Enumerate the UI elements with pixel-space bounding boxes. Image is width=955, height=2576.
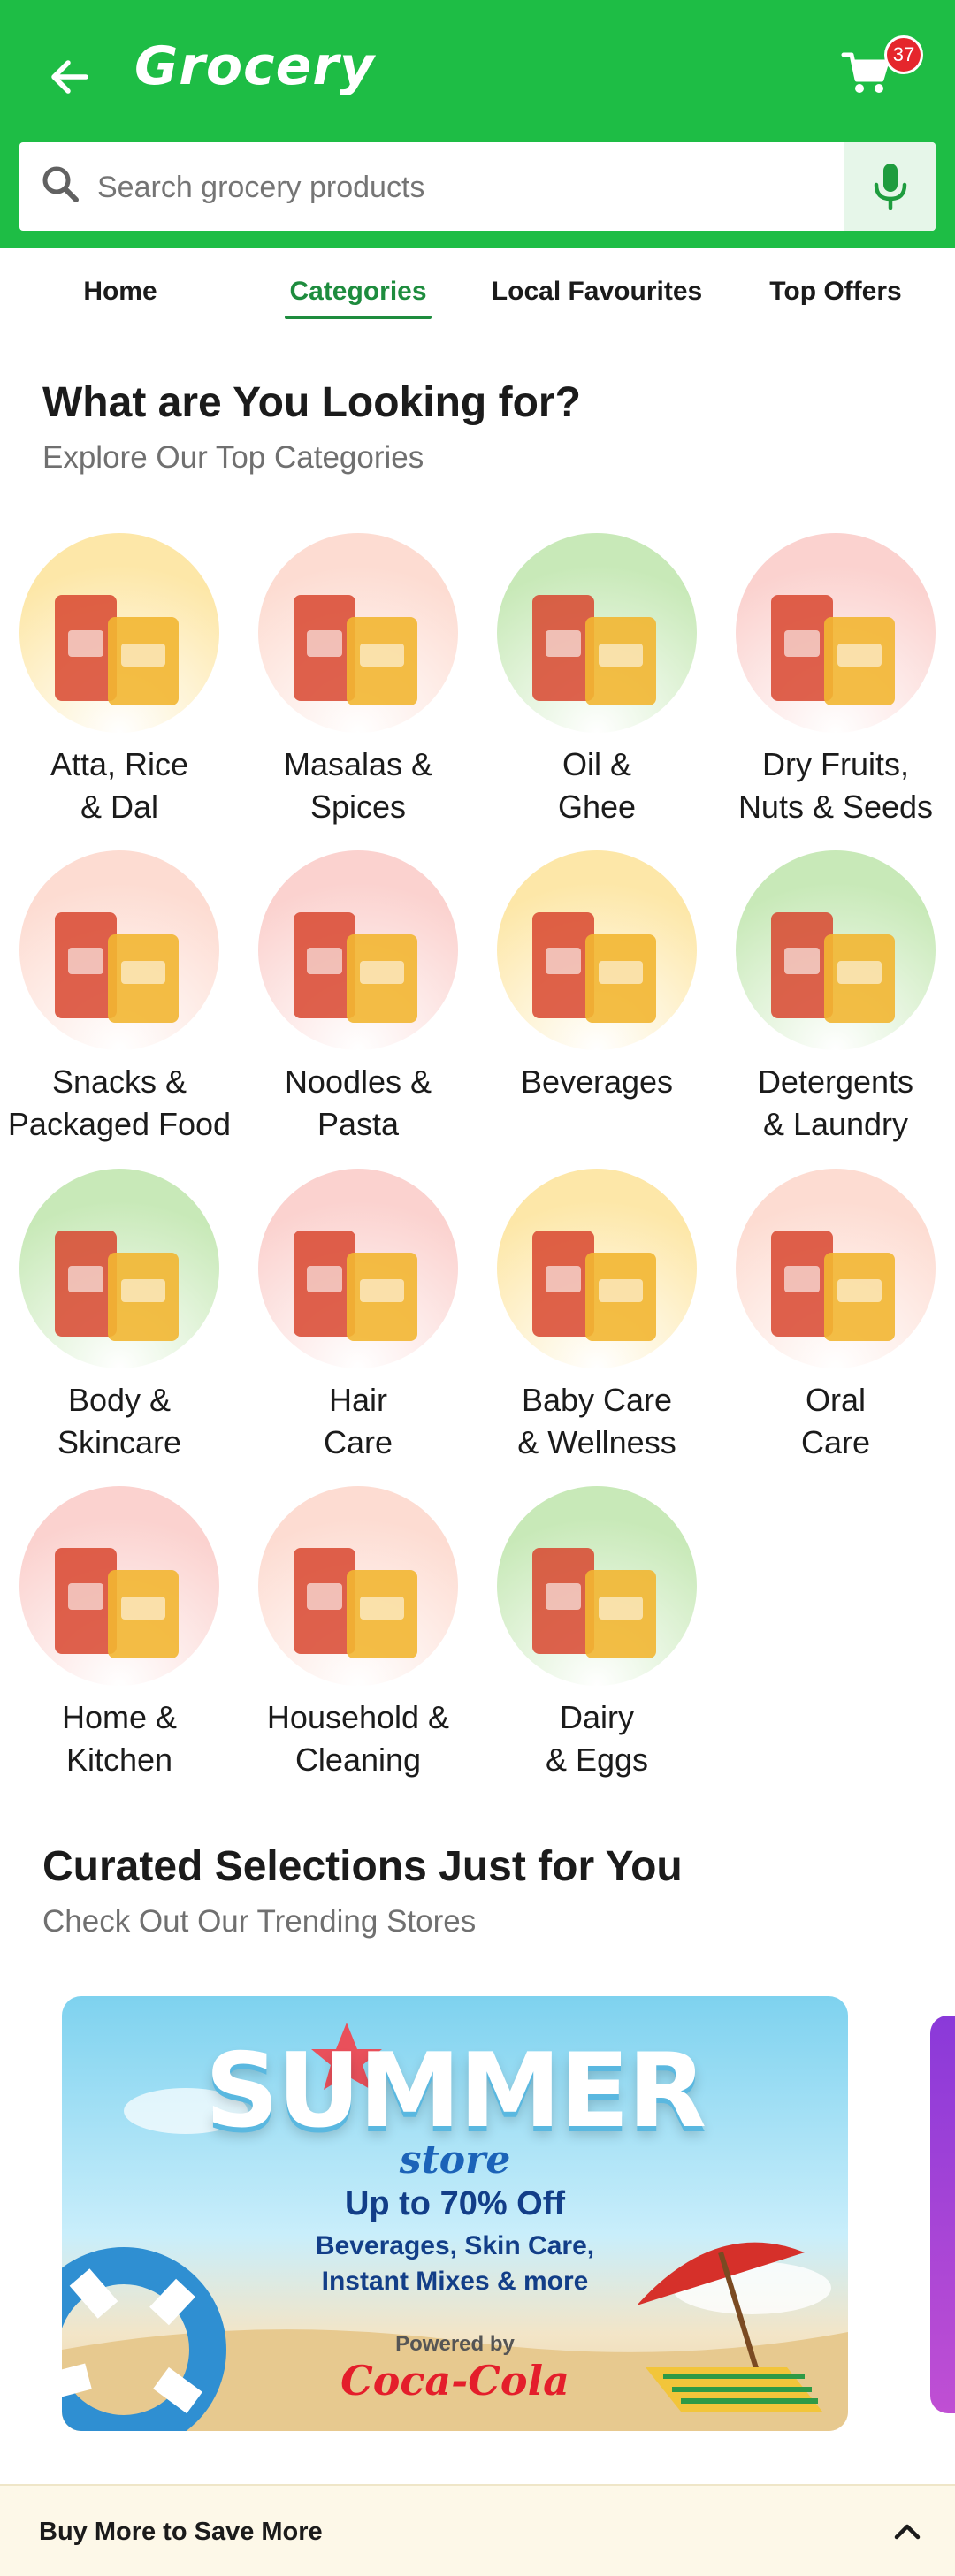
category-image <box>497 1486 697 1686</box>
category-label: Dairy & Eggs <box>545 1699 649 1778</box>
category-image <box>258 1169 458 1368</box>
banner-powered-by: Powered by <box>395 2332 515 2356</box>
category-label: Oral Care <box>800 1382 871 1460</box>
tab-top-offers[interactable]: Top Offers <box>752 248 920 336</box>
category-image <box>258 850 458 1050</box>
category-tile[interactable]: Oral Care <box>716 1169 955 1460</box>
search-icon <box>42 166 79 202</box>
category-tile[interactable]: Atta, Rice & Dal <box>0 533 239 825</box>
category-tile[interactable]: Dairy & Eggs <box>478 1486 716 1778</box>
cart-count-badge: 37 <box>884 35 923 74</box>
category-label: Baby Care & Wellness <box>517 1382 676 1460</box>
category-image <box>19 850 219 1050</box>
banner-offer: Up to 70% Off <box>344 2185 566 2222</box>
curated-heading: Curated Selections Just for You <box>42 1843 683 1890</box>
category-label: Beverages <box>520 1063 674 1100</box>
category-tile[interactable]: Dry Fruits, Nuts & Seeds <box>716 533 955 825</box>
category-label: Household & Cleaning <box>266 1699 450 1778</box>
category-tile[interactable]: Masalas & Spices <box>239 533 478 825</box>
back-button[interactable] <box>39 46 101 108</box>
category-label: Snacks & Packaged Food <box>7 1063 232 1142</box>
save-more-bar[interactable]: Buy More to Save More <box>0 2484 955 2576</box>
tab-bar: Home Categories Local Favourites Top Off… <box>0 248 955 336</box>
arrow-left-icon <box>51 60 88 94</box>
sponsor-logo: Coca-Cola <box>340 2357 569 2405</box>
category-tile[interactable]: Noodles & Pasta <box>239 850 478 1142</box>
category-image <box>497 533 697 733</box>
search-input[interactable] <box>97 147 840 228</box>
chevron-up-icon[interactable] <box>888 2512 927 2551</box>
category-image <box>497 850 697 1050</box>
category-label: Atta, Rice & Dal <box>50 746 189 825</box>
category-image <box>258 533 458 733</box>
tab-categories[interactable]: Categories <box>265 248 451 336</box>
category-image <box>19 1486 219 1686</box>
category-label: Oil & Ghee <box>557 746 637 825</box>
microphone-icon <box>874 164 906 210</box>
category-image <box>258 1486 458 1686</box>
tab-local-favourites[interactable]: Local Favourites <box>478 248 716 336</box>
category-label: Noodles & Pasta <box>284 1063 432 1142</box>
category-tile[interactable]: Body & Skincare <box>0 1169 239 1460</box>
category-image <box>736 533 936 733</box>
category-image <box>497 1169 697 1368</box>
category-label: Detergents & Laundry <box>757 1063 914 1142</box>
category-image <box>736 1169 936 1368</box>
summer-store-banner[interactable]: SUMMER store Up to 70% Off Beverages, Sk… <box>62 1996 848 2431</box>
voice-search-button[interactable] <box>844 142 936 231</box>
banner-headline: SUMMER <box>204 2031 707 2151</box>
curated-subheading: Check Out Our Trending Stores <box>42 1904 477 1939</box>
next-banner-peek[interactable] <box>930 2016 955 2413</box>
category-tile[interactable]: Beverages <box>478 850 716 1133</box>
category-label: Hair Care <box>323 1382 393 1460</box>
banner-store-label: store <box>399 2138 511 2183</box>
category-tile[interactable]: Hair Care <box>239 1169 478 1460</box>
category-tile[interactable]: Baby Care & Wellness <box>478 1169 716 1460</box>
category-tile[interactable]: Home & Kitchen <box>0 1486 239 1778</box>
category-label: Masalas & Spices <box>283 746 433 825</box>
category-tile[interactable]: Detergents & Laundry <box>716 850 955 1142</box>
category-tile[interactable]: Snacks & Packaged Food <box>0 850 239 1142</box>
category-tile[interactable]: Household & Cleaning <box>239 1486 478 1778</box>
category-image <box>19 533 219 733</box>
banner-desc-line1: Beverages, Skin Care, <box>315 2231 595 2260</box>
category-tile[interactable]: Oil & Ghee <box>478 533 716 825</box>
app-title: Grocery <box>134 35 376 97</box>
category-image <box>19 1169 219 1368</box>
category-label: Body & Skincare <box>57 1382 182 1460</box>
active-tab-indicator <box>285 316 432 319</box>
categories-subheading: Explore Our Top Categories <box>42 440 424 475</box>
category-label: Dry Fruits, Nuts & Seeds <box>737 746 934 825</box>
categories-heading: What are You Looking for? <box>42 379 581 426</box>
save-more-label: Buy More to Save More <box>39 2518 323 2546</box>
category-image <box>736 850 936 1050</box>
banner-desc-line2: Instant Mixes & more <box>321 2267 589 2296</box>
tab-home[interactable]: Home <box>42 248 198 336</box>
category-label: Home & Kitchen <box>61 1699 178 1778</box>
